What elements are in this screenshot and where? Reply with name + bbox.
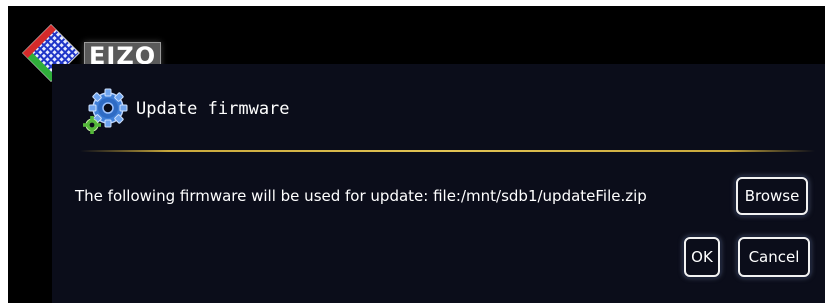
divider [80, 150, 815, 152]
dialog-title: Update firmware [136, 99, 290, 119]
ok-button[interactable]: OK [684, 237, 720, 277]
cancel-button[interactable]: Cancel [738, 237, 810, 277]
browse-button[interactable]: Browse [736, 177, 808, 215]
firmware-message: The following firmware will be used for … [75, 187, 647, 205]
gear-icon [83, 88, 128, 134]
update-firmware-dialog: Update firmware The following firmware w… [52, 64, 825, 303]
screen: EIZO Update firmware The following firmw… [8, 6, 825, 303]
